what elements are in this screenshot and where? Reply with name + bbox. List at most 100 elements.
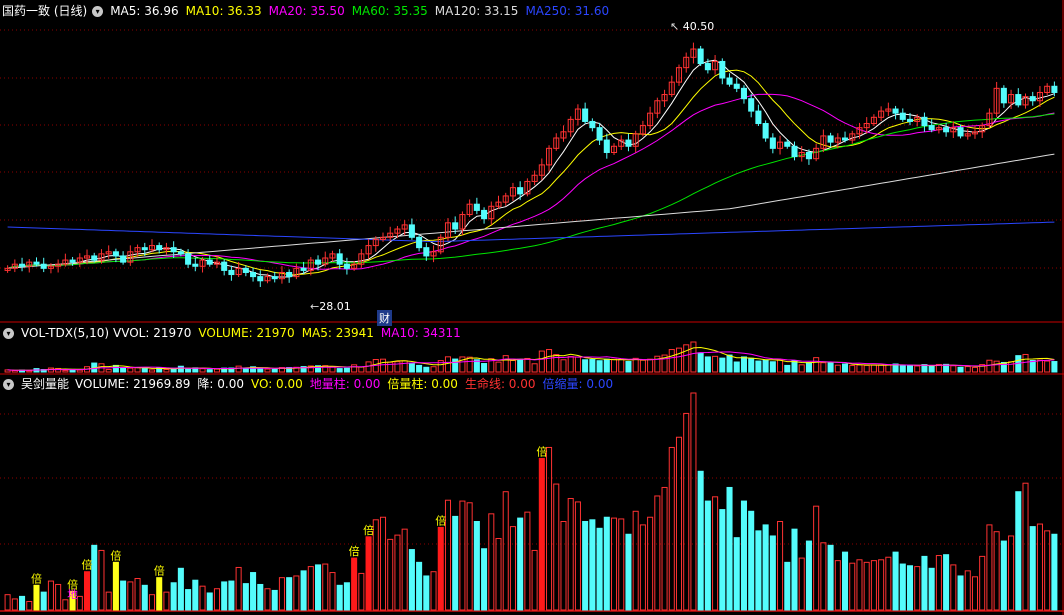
candle-body: [1029, 96, 1036, 102]
indicator-bar: [336, 584, 343, 611]
indicator-bar: [798, 557, 805, 611]
stock-title[interactable]: 国药一致 (日线): [2, 2, 87, 20]
volume-bar: [704, 356, 711, 373]
indicator-bar: [379, 516, 387, 611]
indicator-bar: [647, 516, 654, 611]
volume-bar: [76, 369, 83, 373]
indicator-bar: [271, 589, 278, 611]
indicator-bar: [914, 566, 921, 611]
candle-body: [221, 261, 228, 271]
candle-body: [906, 118, 914, 122]
candle-body: [481, 209, 488, 220]
bei-marker: 倍: [536, 445, 547, 459]
stock-chart[interactable]: 倍倍倍倍倍倍倍倍倍地: [0, 0, 1064, 615]
ma-legend: MA5: 36.96 MA10: 36.33 MA20: 35.50 MA60: 35…: [110, 2, 616, 20]
indicator-bar: [105, 591, 112, 611]
high-price-label: ↖ 40.50: [670, 20, 715, 33]
ma-item: MA250: 31.60: [525, 4, 610, 18]
volume-bar: [394, 361, 401, 373]
indicator-bar: [1029, 526, 1036, 611]
ind-indicator-name[interactable]: 吴剑量能: [21, 375, 69, 393]
indicator-bar: [185, 589, 192, 611]
candle-body: [769, 137, 776, 149]
indicator-bar: [618, 518, 625, 611]
volume-bar: [1036, 359, 1043, 373]
volume-bar: [452, 358, 459, 373]
candle-body: [336, 253, 343, 265]
moving-average-lines: [7, 59, 1055, 278]
bei-marker: 倍: [363, 523, 374, 537]
volume-bars: [4, 341, 1058, 373]
volume-bar: [62, 370, 69, 373]
volume-bar: [748, 357, 755, 373]
indicator-bar: [596, 527, 603, 611]
volume-bar: [675, 347, 683, 373]
volume-bar: [177, 365, 184, 373]
volume-bar: [517, 358, 524, 373]
volume-bar: [813, 357, 820, 373]
indicator-bar: [509, 526, 516, 611]
candle-body: [112, 251, 119, 257]
ind-item: 倍缩量: 0.00: [542, 377, 614, 391]
volume-bar: [596, 360, 603, 373]
candle-body: [192, 263, 199, 267]
volume-bar: [1008, 361, 1015, 373]
indicator-bar: [206, 592, 213, 611]
indicator-bar: [733, 537, 740, 611]
candle-body: [733, 83, 740, 89]
volume-bar: [582, 359, 589, 373]
candle-body: [177, 251, 184, 255]
indicator-bar: [250, 572, 257, 611]
indicator-bar: [639, 524, 646, 611]
indicator-bar: [524, 511, 531, 611]
candle-body: [206, 259, 213, 265]
volume-bar: [401, 360, 408, 373]
candle-body: [286, 271, 293, 278]
vol-indicator-name[interactable]: VOL-TDX(5,10): [21, 324, 109, 342]
indicator-bar: [892, 551, 899, 611]
indicator-bar: [33, 584, 40, 611]
volume-bar: [993, 360, 1000, 373]
candle-body: [726, 77, 733, 85]
candle-body: [791, 145, 798, 158]
volume-bar: [408, 363, 415, 373]
bei-marker: 倍: [31, 571, 42, 585]
indicator-bar: [906, 565, 914, 611]
volume-bar: [603, 358, 610, 373]
indicator-bar: [813, 505, 820, 611]
indicator-bar: [387, 538, 394, 611]
indicator-bar: [11, 598, 18, 611]
volume-bar: [906, 365, 914, 373]
indicator-bar: [156, 577, 163, 611]
candle-body: [343, 263, 350, 269]
indicator-bar: [553, 483, 560, 611]
indicator-bar: [235, 566, 242, 611]
volume-bar: [712, 355, 719, 373]
volume-bar: [791, 360, 798, 373]
indicator-bar: [957, 575, 964, 611]
settings-circle-icon[interactable]: ▾: [3, 378, 14, 390]
indicator-bar: [950, 564, 957, 611]
volume-bar: [567, 356, 574, 373]
volume-bar: [574, 356, 581, 373]
ind-legend: VOLUME: 21969.89 降: 0.00 VO: 0.00 地量柱: 0.00…: [75, 375, 620, 393]
indicator-bar: [322, 563, 329, 611]
financial-report-marker[interactable]: 财: [377, 310, 392, 326]
candle-body: [416, 236, 423, 249]
volume-bar: [805, 361, 812, 373]
volume-bar: [827, 362, 834, 373]
candle-body: [271, 276, 278, 280]
volume-bar: [849, 365, 856, 373]
indicator-bar: [83, 571, 91, 611]
candle-body: [957, 127, 964, 137]
settings-circle-icon[interactable]: ▾: [3, 327, 14, 339]
ind-item: 降: 0.00: [197, 377, 244, 391]
indicator-bar: [278, 577, 285, 611]
candle-body: [892, 108, 899, 114]
candle-body: [928, 125, 935, 131]
settings-circle-icon[interactable]: ▾: [92, 5, 104, 17]
indicator-bar: [1051, 533, 1058, 611]
volume-bar: [351, 364, 358, 373]
volume-bar: [481, 363, 488, 373]
volume-bar: [1044, 360, 1051, 373]
